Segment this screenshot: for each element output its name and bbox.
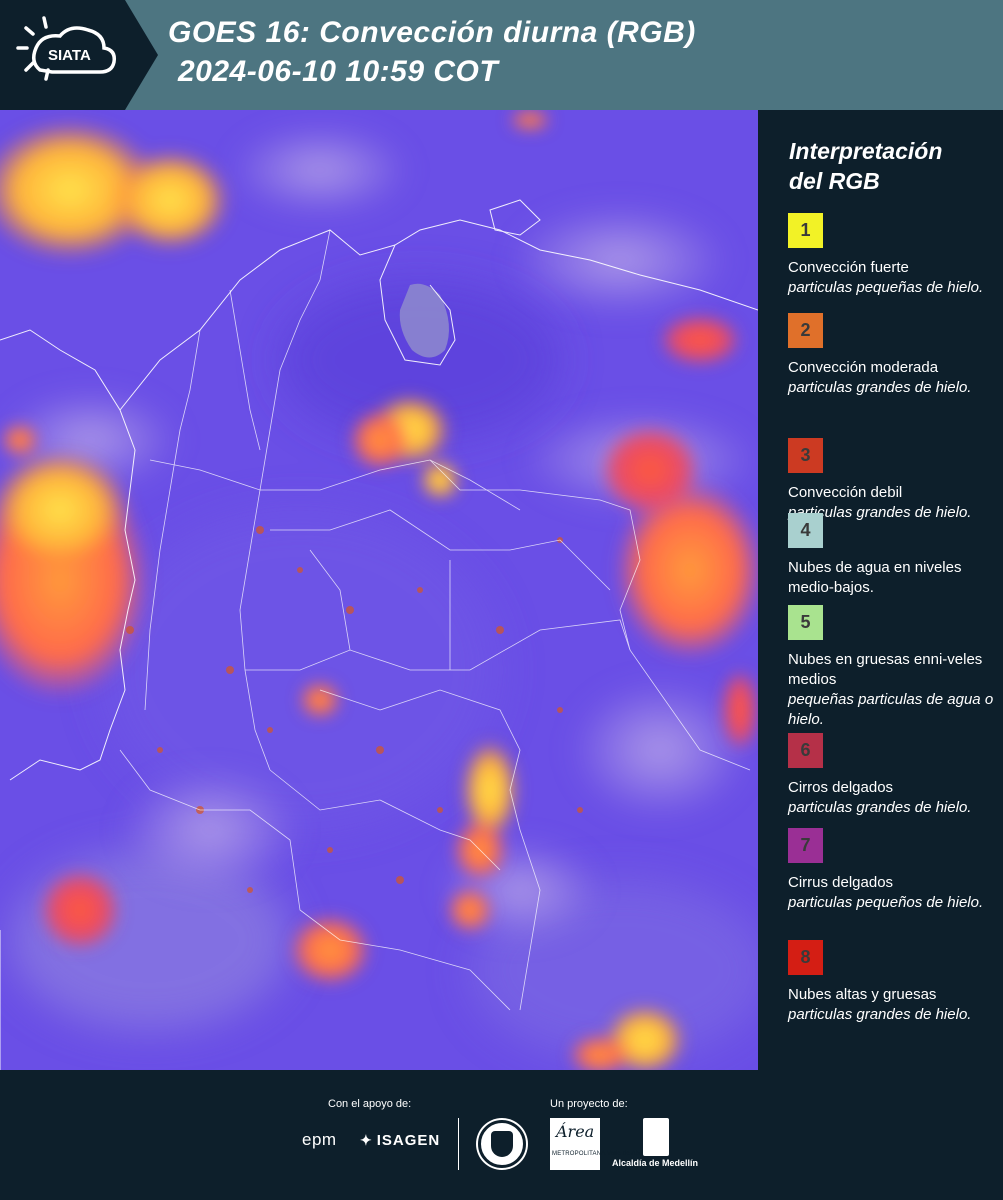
- satellite-image: [0, 110, 758, 1070]
- legend-item: 3 Convección debil particulas grandes de h…: [788, 438, 998, 523]
- legend-label: Nubes en gruesas enni-veles medios: [788, 651, 983, 688]
- legend-item: 2 Convección moderada particulas grandes d…: [788, 313, 998, 398]
- legend-item: 8 Nubes altas y gruesas particulas grandes…: [788, 940, 998, 1025]
- alcaldia-shield-icon: [643, 1118, 669, 1156]
- header: SIATA GOES 16: Convección diurna (RGB) 2…: [0, 0, 1003, 110]
- area-metropolitana-logo: Área METROPOLITANA Valle de Aburrá: [550, 1118, 650, 1170]
- legend-swatch: 8: [788, 940, 823, 975]
- legend-description: particulas pequeños de hielo.: [788, 894, 984, 911]
- legend-label: Nubes altas y gruesas: [788, 986, 937, 1003]
- rgb-legend: Interpretación del RGB 1 Convección fuert…: [758, 110, 1003, 1070]
- legend-label: Convección fuerte: [788, 259, 909, 276]
- footer-divider: [458, 1118, 459, 1170]
- legend-description: particulas grandes de hielo.: [788, 799, 972, 816]
- legend-swatch: 6: [788, 733, 823, 768]
- seal-logo-icon: [478, 1120, 526, 1168]
- legend-title: Interpretación del RGB: [789, 138, 943, 194]
- legend-label: Convección debil: [788, 484, 903, 501]
- legend-description: particulas grandes de hielo.: [788, 1006, 972, 1023]
- legend-description: pequeñas particulas de agua o hielo.: [788, 691, 994, 728]
- siata-logo: SIATA: [0, 0, 160, 110]
- isagen-mark-icon: ✦: [360, 1132, 373, 1148]
- timestamp: 2024-06-10 10:59 COT: [178, 55, 499, 88]
- legend-description: particulas grandes de hielo.: [788, 379, 972, 396]
- legend-item: 7 Cirrus delgados particulas pequeños de h…: [788, 828, 998, 913]
- legend-swatch: 5: [788, 605, 823, 640]
- satellite-map: [0, 110, 758, 1070]
- legend-item: 4 Nubes de agua en niveles medio-bajos.: [788, 513, 998, 598]
- legend-swatch: 2: [788, 313, 823, 348]
- legend-label: Cirrus delgados: [788, 874, 894, 891]
- legend-label: Cirros delgados: [788, 779, 894, 796]
- footer: Con el apoyo de: Un proyecto de: epm ✦ I…: [0, 1070, 1003, 1200]
- legend-description: particulas pequeñas de hielo.: [788, 279, 984, 296]
- alcaldia-label: Alcaldía de Medellín: [612, 1158, 699, 1168]
- svg-text:SIATA: SIATA: [48, 47, 91, 64]
- legend-label: Convección moderada: [788, 359, 939, 376]
- legend-item: 5 Nubes en gruesas enni-veles medios peque…: [788, 605, 998, 730]
- page-title: GOES 16: Convección diurna (RGB): [168, 16, 696, 49]
- legend-swatch: 7: [788, 828, 823, 863]
- legend-swatch: 4: [788, 513, 823, 548]
- isagen-logo: ✦ ISAGEN: [360, 1132, 441, 1149]
- legend-item: 6 Cirros delgados particulas grandes de hi…: [788, 733, 998, 818]
- project-label: Un proyecto de:: [550, 1098, 628, 1110]
- legend-label: Nubes de agua en niveles medio-bajos.: [788, 559, 962, 596]
- support-label: Con el apoyo de:: [328, 1098, 412, 1110]
- epm-logo: epm: [302, 1130, 337, 1149]
- legend-swatch: 3: [788, 438, 823, 473]
- legend-swatch: 1: [788, 213, 823, 248]
- legend-item: 1 Convección fuerte particulas pequeñas de…: [788, 213, 998, 298]
